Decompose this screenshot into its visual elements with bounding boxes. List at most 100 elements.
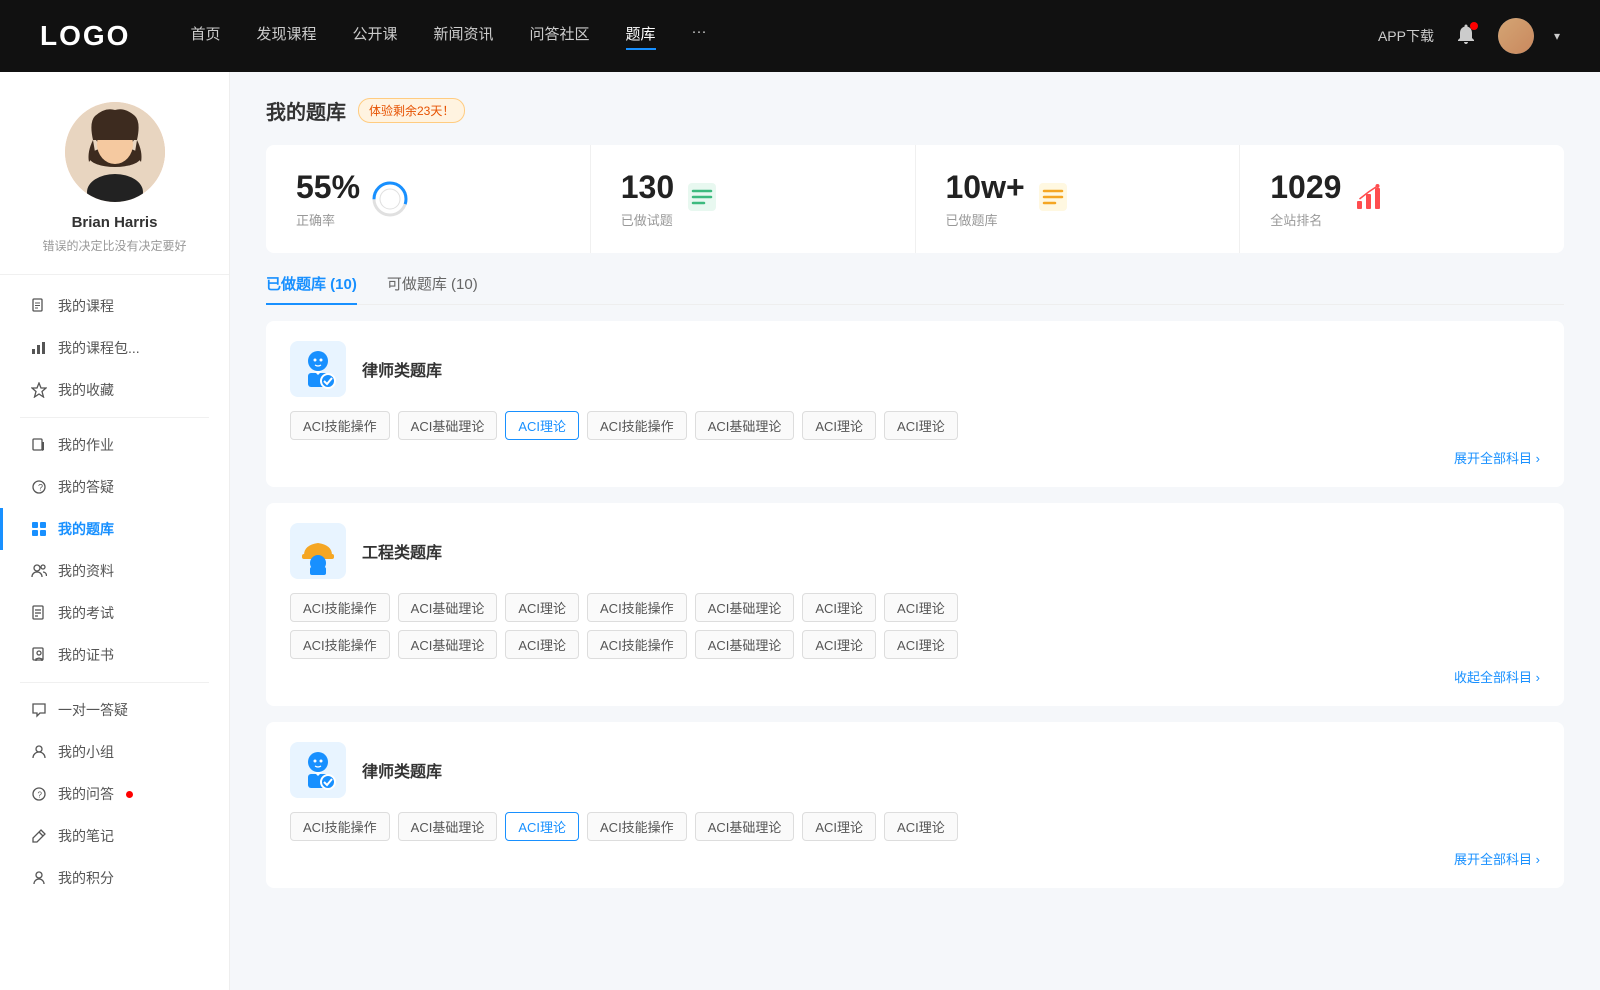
bank-card-lawyer-2: 律师类题库 ACI技能操作 ACI基础理论 ACI理论 ACI技能操作 ACI基… <box>266 722 1564 888</box>
tag-0-6[interactable]: ACI理论 <box>884 411 958 440</box>
tags-row-engineer-1: ACI技能操作 ACI基础理论 ACI理论 ACI技能操作 ACI基础理论 AC… <box>290 593 1540 622</box>
tag-1-r2-4[interactable]: ACI基础理论 <box>695 630 795 659</box>
tags-row-lawyer-2: ACI技能操作 ACI基础理论 ACI理论 ACI技能操作 ACI基础理论 AC… <box>290 812 1540 841</box>
qa-notification-dot <box>126 791 133 798</box>
stat-rank: 1029 全站排名 <box>1240 145 1564 253</box>
sidebar-item-profile[interactable]: 我的资料 <box>0 550 229 592</box>
lawyer-icon-1 <box>290 341 346 397</box>
app-download-button[interactable]: APP下载 <box>1378 26 1434 46</box>
tag-1-2[interactable]: ACI理论 <box>505 593 579 622</box>
rank-icon <box>1353 181 1389 217</box>
nav-qa[interactable]: 问答社区 <box>530 23 590 50</box>
trial-badge: 体验剩余23天！ <box>358 98 465 123</box>
tab-done-banks[interactable]: 已做题库 (10) <box>266 273 357 304</box>
tag-1-r2-6[interactable]: ACI理论 <box>884 630 958 659</box>
expand-link-0[interactable]: 展开全部科目 › <box>290 448 1540 467</box>
sidebar-item-homework[interactable]: 我的作业 <box>0 424 229 466</box>
chat-icon <box>30 701 48 719</box>
sidebar-item-course-package[interactable]: 我的课程包... <box>0 327 229 369</box>
logo[interactable]: LOGO <box>40 20 130 52</box>
nav-discover[interactable]: 发现课程 <box>256 23 316 50</box>
tag-1-5[interactable]: ACI理论 <box>802 593 876 622</box>
navbar: LOGO 首页 发现课程 公开课 新闻资讯 问答社区 题库 ··· APP下载 … <box>0 0 1600 72</box>
question-circle-icon: ? <box>30 478 48 496</box>
edit-icon <box>30 436 48 454</box>
badge-icon <box>30 646 48 664</box>
sidebar-item-qa[interactable]: ? 我的答疑 <box>0 466 229 508</box>
tag-0-1[interactable]: ACI基础理论 <box>398 411 498 440</box>
stat-done-questions: 130 已做试题 <box>591 145 916 253</box>
profile-section: Brian Harris 错误的决定比没有决定要好 <box>0 72 229 275</box>
done-questions-label: 已做试题 <box>621 210 674 229</box>
tag-2-4[interactable]: ACI基础理论 <box>695 812 795 841</box>
tag-0-5[interactable]: ACI理论 <box>802 411 876 440</box>
tag-1-3[interactable]: ACI技能操作 <box>587 593 687 622</box>
done-questions-value: 130 <box>621 169 674 206</box>
tag-1-0[interactable]: ACI技能操作 <box>290 593 390 622</box>
tag-0-2[interactable]: ACI理论 <box>505 411 579 440</box>
collapse-link-1[interactable]: 收起全部科目 › <box>290 667 1540 686</box>
sidebar-item-my-qa[interactable]: ? 我的问答 <box>0 773 229 815</box>
rank-label: 全站排名 <box>1270 210 1341 229</box>
avatar-dropdown-icon[interactable]: ▾ <box>1554 29 1560 43</box>
nav-open-course[interactable]: 公开课 <box>352 23 397 50</box>
sidebar-item-question-bank[interactable]: 我的题库 <box>0 508 229 550</box>
tag-1-4[interactable]: ACI基础理论 <box>695 593 795 622</box>
bank-card-lawyer-1: 律师类题库 ACI技能操作 ACI基础理论 ACI理论 ACI技能操作 ACI基… <box>266 321 1564 487</box>
svg-text:?: ? <box>38 791 43 800</box>
sidebar-item-certificate[interactable]: 我的证书 <box>0 634 229 676</box>
group-icon <box>30 743 48 761</box>
done-banks-label: 已做题库 <box>946 210 1025 229</box>
notification-dot <box>1470 22 1478 30</box>
notification-bell[interactable] <box>1454 22 1478 51</box>
menu-divider-1 <box>20 417 209 418</box>
stats-row: 55% 正确率 130 已做试题 <box>266 145 1564 253</box>
pencil-icon <box>30 827 48 845</box>
engineer-icon <box>290 523 346 579</box>
tag-2-1[interactable]: ACI基础理论 <box>398 812 498 841</box>
sidebar-item-my-course[interactable]: 我的课程 <box>0 285 229 327</box>
tag-0-0[interactable]: ACI技能操作 <box>290 411 390 440</box>
sidebar-item-notes[interactable]: 我的笔记 <box>0 815 229 857</box>
nav-question-bank[interactable]: 题库 <box>626 23 656 50</box>
tags-row-engineer-2: ACI技能操作 ACI基础理论 ACI理论 ACI技能操作 ACI基础理论 AC… <box>290 630 1540 659</box>
file-text-icon <box>30 604 48 622</box>
tag-1-1[interactable]: ACI基础理论 <box>398 593 498 622</box>
tag-2-3[interactable]: ACI技能操作 <box>587 812 687 841</box>
stat-accuracy: 55% 正确率 <box>266 145 591 253</box>
tag-1-r2-1[interactable]: ACI基础理论 <box>398 630 498 659</box>
tag-0-4[interactable]: ACI基础理论 <box>695 411 795 440</box>
tag-1-r2-0[interactable]: ACI技能操作 <box>290 630 390 659</box>
tag-2-0[interactable]: ACI技能操作 <box>290 812 390 841</box>
nav-news[interactable]: 新闻资讯 <box>434 23 494 50</box>
tag-1-6[interactable]: ACI理论 <box>884 593 958 622</box>
bank-title-engineer: 工程类题库 <box>362 539 442 563</box>
nav-more[interactable]: ··· <box>692 23 707 50</box>
stat-done-banks: 10w+ 已做题库 <box>916 145 1241 253</box>
grid-icon <box>30 520 48 538</box>
tag-2-2[interactable]: ACI理论 <box>505 812 579 841</box>
tag-1-r2-2[interactable]: ACI理论 <box>505 630 579 659</box>
bank-title-lawyer-1: 律师类题库 <box>362 357 442 381</box>
nav-home[interactable]: 首页 <box>190 23 220 50</box>
sidebar-item-group[interactable]: 我的小组 <box>0 731 229 773</box>
sidebar-item-exam[interactable]: 我的考试 <box>0 592 229 634</box>
profile-motto: 错误的决定比没有决定要好 <box>42 237 186 254</box>
sidebar-item-favorites[interactable]: 我的收藏 <box>0 369 229 411</box>
avatar[interactable] <box>1498 18 1534 54</box>
users-icon <box>30 562 48 580</box>
expand-link-2[interactable]: 展开全部科目 › <box>290 849 1540 868</box>
sidebar-item-one-on-one[interactable]: 一对一答疑 <box>0 689 229 731</box>
tag-2-6[interactable]: ACI理论 <box>884 812 958 841</box>
tag-0-3[interactable]: ACI技能操作 <box>587 411 687 440</box>
tag-2-5[interactable]: ACI理论 <box>802 812 876 841</box>
tab-available-banks[interactable]: 可做题库 (10) <box>387 273 478 304</box>
title-row: 我的题库 体验剩余23天！ <box>266 96 1564 125</box>
tag-1-r2-3[interactable]: ACI技能操作 <box>587 630 687 659</box>
sidebar-item-points[interactable]: 我的积分 <box>0 857 229 899</box>
menu-divider-2 <box>20 682 209 683</box>
page-layout: Brian Harris 错误的决定比没有决定要好 我的课程 我的课程包... <box>0 72 1600 990</box>
tag-1-r2-5[interactable]: ACI理论 <box>802 630 876 659</box>
sidebar: Brian Harris 错误的决定比没有决定要好 我的课程 我的课程包... <box>0 72 230 990</box>
page-title: 我的题库 <box>266 96 346 125</box>
